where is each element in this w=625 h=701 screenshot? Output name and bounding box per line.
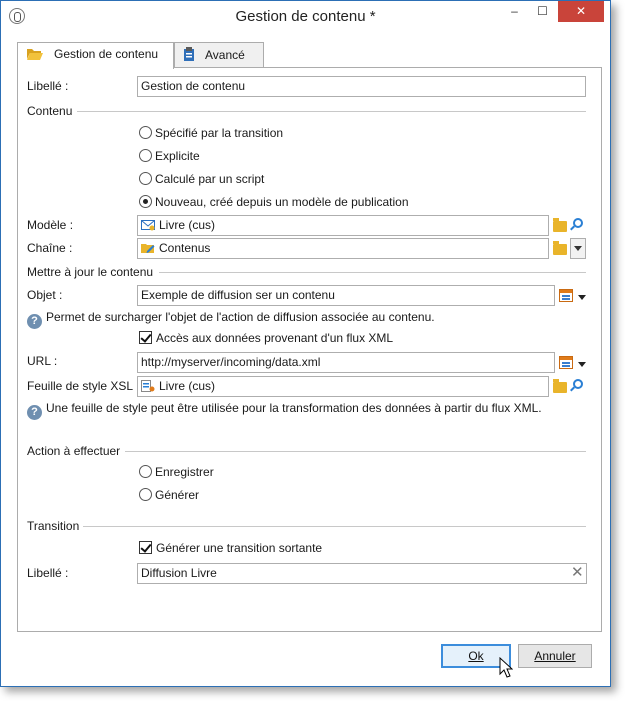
tab-label: Gestion de contenu: [54, 47, 159, 61]
separator: [159, 272, 586, 273]
folder-icon[interactable]: [553, 241, 567, 255]
checkbox-label: Générer une transition sortante: [156, 541, 323, 555]
clipboard-icon: [184, 47, 194, 61]
chaine-value: Contenus: [159, 241, 211, 255]
radio-label: Générer: [155, 488, 200, 502]
xsl-input[interactable]: Livre (cus): [137, 376, 549, 397]
search-icon[interactable]: [573, 379, 583, 389]
separator: [83, 526, 586, 527]
radio-button[interactable]: [139, 126, 152, 139]
radio-button[interactable]: [139, 149, 152, 162]
folder-icon[interactable]: [553, 218, 567, 232]
radio-label: Spécifié par la transition: [155, 126, 284, 140]
transition-libelle-label: Libellé :: [27, 566, 69, 580]
objet-input[interactable]: Exemple de diffusion ser un contenu: [137, 285, 555, 306]
maximize-button[interactable]: ☐: [529, 1, 556, 22]
chevron-down-icon[interactable]: [578, 362, 586, 367]
acces-xml-checkbox[interactable]: Accès aux données provenant d'un flux XM…: [139, 331, 393, 347]
radio-label: Explicite: [155, 149, 200, 163]
url-label: URL :: [27, 354, 58, 368]
libelle-input[interactable]: Gestion de contenu: [137, 76, 586, 97]
folder-icon[interactable]: [553, 379, 567, 393]
transition-checkbox[interactable]: Générer une transition sortante: [139, 541, 322, 557]
radio-enregistrer[interactable]: Enregistrer: [139, 465, 214, 481]
tab-gestion-de-contenu[interactable]: Gestion de contenu: [17, 42, 174, 69]
dialog-window: Gestion de contenu * – ☐ ✕ Gestion de co…: [0, 0, 611, 687]
tab-avance[interactable]: Avancé: [174, 42, 264, 68]
info-text: Permet de surcharger l'objet de l'action…: [46, 310, 435, 324]
radio-button[interactable]: [139, 195, 152, 208]
radio-nouveau-modele[interactable]: Nouveau, créé depuis un modèle de public…: [139, 195, 409, 211]
modele-value: Livre (cus): [159, 218, 216, 232]
tab-label: Avancé: [205, 48, 245, 62]
calendar-icon[interactable]: [559, 356, 573, 369]
clear-icon[interactable]: ✕: [571, 565, 584, 580]
separator: [77, 111, 586, 112]
radio-label: Nouveau, créé depuis un modèle de public…: [155, 195, 409, 209]
xsl-label: Feuille de style XSL :: [27, 379, 140, 393]
radio-explicite[interactable]: Explicite: [139, 149, 200, 165]
maj-section-title: Mettre à jour le contenu: [27, 265, 154, 279]
transition-libelle-input[interactable]: Diffusion Livre: [137, 563, 587, 584]
url-input[interactable]: http://myserver/incoming/data.xml: [137, 352, 555, 373]
xsl-info: ? Une feuille de style peut être utilisée…: [27, 401, 542, 420]
calendar-icon[interactable]: [559, 289, 573, 302]
contenu-section-title: Contenu: [27, 104, 73, 118]
radio-button[interactable]: [139, 172, 152, 185]
cancel-label: Annuler: [534, 649, 576, 663]
info-text: Une feuille de style peut être utilisée …: [46, 401, 542, 415]
cancel-button[interactable]: Annuler: [518, 644, 592, 668]
libelle-label: Libellé :: [27, 79, 69, 93]
help-icon: ?: [27, 314, 42, 329]
folder-open-icon: [27, 49, 43, 60]
modele-label: Modèle :: [27, 218, 74, 232]
radio-specifie-par-transition[interactable]: Spécifié par la transition: [139, 126, 283, 142]
radio-button[interactable]: [139, 488, 152, 501]
modele-input[interactable]: Livre (cus): [137, 215, 549, 236]
chevron-down-icon[interactable]: [578, 295, 586, 300]
help-icon: ?: [27, 405, 42, 420]
xsl-value: Livre (cus): [159, 379, 216, 393]
checkbox[interactable]: [139, 541, 152, 554]
transition-section-title: Transition: [27, 519, 80, 533]
checkbox-label: Accès aux données provenant d'un flux XM…: [156, 331, 394, 345]
chaine-label: Chaîne :: [27, 241, 73, 255]
search-icon[interactable]: [573, 218, 583, 228]
envelope-icon: [141, 220, 155, 231]
mouse-cursor-icon: [499, 657, 513, 678]
folder-edit-icon: [141, 244, 155, 253]
radio-calcule-par-script[interactable]: Calculé par un script: [139, 172, 264, 188]
radio-generer[interactable]: Générer: [139, 488, 199, 504]
radio-button[interactable]: [139, 465, 152, 478]
action-section-title: Action à effectuer: [27, 444, 121, 458]
checkbox[interactable]: [139, 331, 152, 344]
ok-label: Ok: [468, 649, 484, 663]
minimize-button[interactable]: –: [501, 1, 528, 22]
chaine-input[interactable]: Contenus: [137, 238, 549, 259]
chevron-down-icon[interactable]: [570, 238, 586, 259]
radio-label: Enregistrer: [155, 465, 214, 479]
stylesheet-icon: [141, 380, 155, 392]
objet-label: Objet :: [27, 288, 63, 302]
title-bar: Gestion de contenu * – ☐ ✕: [1, 1, 610, 31]
radio-label: Calculé par un script: [155, 172, 265, 186]
separator: [125, 451, 586, 452]
objet-info: ? Permet de surcharger l'objet de l'actio…: [27, 310, 435, 329]
close-button[interactable]: ✕: [558, 1, 604, 22]
